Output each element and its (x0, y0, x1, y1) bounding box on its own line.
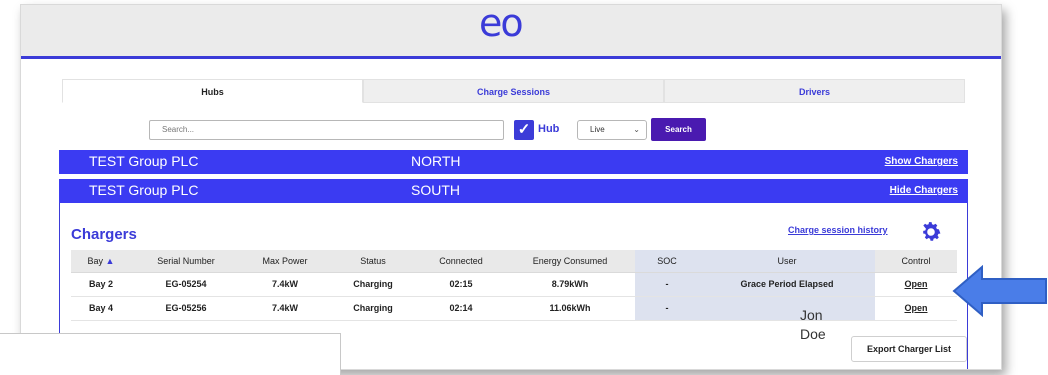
group-name: TEST Group PLC (89, 182, 199, 198)
cell-energy: 8.79kWh (505, 272, 635, 297)
col-serial: Serial Number (131, 250, 241, 273)
callout-arrow-icon (952, 265, 1047, 317)
cell-serial: EG-05256 (131, 296, 241, 321)
cell-energy: 11.06kWh (505, 296, 635, 321)
col-soc: SOC (635, 250, 699, 273)
col-bay[interactable]: Bay ▲ (71, 250, 131, 273)
show-chargers-link[interactable]: Show Chargers (885, 156, 958, 167)
group-region: NORTH (411, 153, 461, 169)
cell-bay: Bay 2 (71, 272, 131, 297)
cell-soc: - (635, 296, 699, 321)
chevron-down-icon: ⌄ (633, 125, 640, 134)
mode-select-value: Live (590, 125, 605, 134)
group-bar-north: TEST Group PLC NORTH Show Chargers (59, 150, 968, 174)
eo-logo: eo (479, 4, 524, 45)
cell-serial: EG-05254 (131, 272, 241, 297)
cell-user: Grace Period Elapsed (699, 272, 875, 297)
app-window: eo Hubs Charge Sessions Drivers Search..… (20, 4, 1002, 370)
overlay-blank-box (0, 333, 341, 375)
col-power: Max Power (241, 250, 329, 273)
col-status: Status (329, 250, 417, 273)
checkmark-icon: ✓ (517, 121, 531, 138)
search-button[interactable]: Search (651, 118, 706, 141)
group-region: SOUTH (411, 182, 460, 198)
table-header-row: Bay ▲ Serial Number Max Power Status Con… (71, 250, 957, 273)
cell-status: Charging (329, 272, 417, 297)
mode-select[interactable]: Live ⌄ (577, 120, 647, 140)
group-name: TEST Group PLC (89, 153, 199, 169)
hub-checkbox-label: Hub (538, 123, 560, 135)
col-energy: Energy Consumed (505, 250, 635, 273)
cell-connected: 02:14 (417, 296, 505, 321)
search-input[interactable]: Search... (149, 120, 504, 140)
cell-power: 7.4kW (241, 296, 329, 321)
group-bar-south: TEST Group PLC SOUTH Hide Chargers (59, 179, 968, 203)
cell-soc: - (635, 272, 699, 297)
col-control: Control (875, 250, 957, 273)
export-charger-list-button[interactable]: Export Charger List (851, 336, 967, 362)
open-link[interactable]: Open (875, 296, 957, 321)
col-connected: Connected (417, 250, 505, 273)
cell-status: Charging (329, 296, 417, 321)
app-header: eo (21, 5, 1001, 59)
charge-session-history-link[interactable]: Charge session history (788, 225, 888, 235)
col-user: User (699, 250, 875, 273)
hub-checkbox[interactable]: ✓ (514, 120, 534, 140)
tab-charge-sessions[interactable]: Charge Sessions (363, 79, 664, 103)
cell-bay: Bay 4 (71, 296, 131, 321)
chargers-title: Chargers (71, 226, 137, 243)
table-row: Bay 2 EG-05254 7.4kW Charging 02:15 8.79… (71, 272, 957, 297)
tab-drivers[interactable]: Drivers (664, 79, 965, 103)
main-tabs: Hubs Charge Sessions Drivers (62, 79, 965, 103)
open-link[interactable]: Open (875, 272, 957, 297)
user-name-annotation: Jon Doe (800, 307, 826, 342)
hide-chargers-link[interactable]: Hide Chargers (890, 185, 958, 196)
gear-icon[interactable] (919, 220, 943, 244)
cell-user (699, 296, 875, 321)
tab-hubs[interactable]: Hubs (62, 79, 363, 103)
cell-power: 7.4kW (241, 272, 329, 297)
cell-connected: 02:15 (417, 272, 505, 297)
sort-up-icon: ▲ (105, 255, 115, 266)
